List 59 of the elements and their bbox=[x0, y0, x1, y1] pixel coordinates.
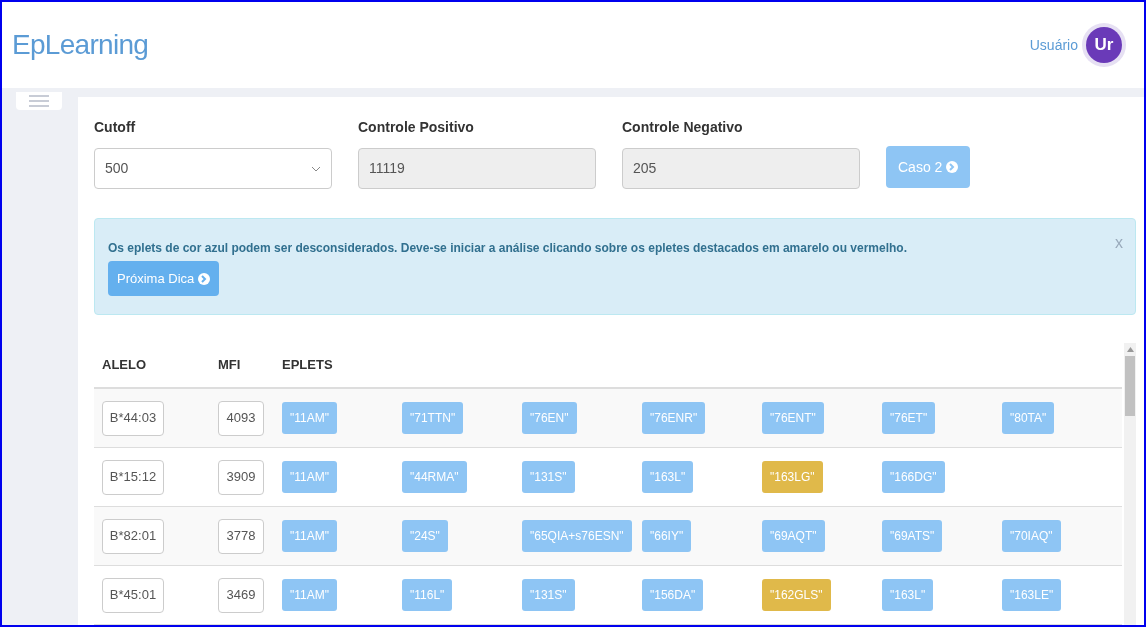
eplet-button[interactable]: "11AM" bbox=[282, 520, 337, 552]
eplet-button[interactable]: "24S" bbox=[402, 520, 448, 552]
eplet-button[interactable]: "65QIA+s76ESN" bbox=[522, 520, 632, 552]
eplet-button[interactable]: "156DA" bbox=[642, 579, 704, 611]
eplet-button[interactable]: "80TA" bbox=[1002, 402, 1055, 434]
field-label: Controle Negativo bbox=[622, 118, 744, 137]
eplet-button[interactable]: "76ENT" bbox=[762, 402, 824, 434]
scroll-up-icon[interactable] bbox=[1126, 347, 1134, 352]
column-header: MFI bbox=[218, 356, 242, 375]
eplet-button[interactable]: "76EN" bbox=[522, 402, 577, 434]
app-logo[interactable]: EpLearning bbox=[12, 24, 149, 66]
eplet-button[interactable]: "166DG" bbox=[882, 461, 945, 493]
menu-icon bbox=[29, 94, 49, 108]
field-label: Controle Positivo bbox=[358, 118, 475, 137]
arrow-circle-icon bbox=[946, 161, 959, 173]
eplet-button[interactable]: "76ET" bbox=[882, 402, 936, 434]
input-field[interactable]: 205 bbox=[622, 148, 860, 189]
alert-text: Os eplets de cor azul podem ser desconsiderados. Deve-se iniciar a análise clicando sobre os epletes destacados em amarelo ou vermelho. bbox=[108, 240, 907, 257]
eplet-button[interactable]: "116L" bbox=[402, 579, 453, 611]
next-case-button[interactable]: Caso 2 bbox=[886, 146, 971, 188]
next-tip-button[interactable]: Próxima Dica bbox=[108, 261, 220, 296]
eplet-button[interactable]: "69AQT" bbox=[762, 520, 825, 552]
eplet-button[interactable]: "11AM" bbox=[282, 579, 337, 611]
allele-field[interactable]: B*45:01 bbox=[102, 577, 164, 613]
chevron-icon bbox=[311, 165, 321, 172]
menu-button[interactable] bbox=[16, 92, 62, 110]
column-header: ALELO bbox=[101, 356, 148, 375]
cutoff-select[interactable]: 500 bbox=[94, 148, 332, 189]
eplet-button[interactable]: "131S" bbox=[522, 579, 575, 611]
eplet-button[interactable]: "11AM" bbox=[282, 402, 337, 434]
eplet-button[interactable]: "44RMA" bbox=[402, 461, 467, 493]
close-button[interactable]: x bbox=[1115, 231, 1123, 255]
mfi-field[interactable]: 3469 bbox=[218, 577, 264, 613]
allele-field[interactable]: B*82:01 bbox=[102, 518, 164, 554]
eplet-button[interactable]: "71TTN" bbox=[402, 402, 464, 434]
allele-field[interactable]: B*15:12 bbox=[102, 459, 164, 495]
eplet-button[interactable]: "11AM" bbox=[282, 461, 337, 493]
mfi-field[interactable]: 4093 bbox=[218, 400, 264, 436]
eplet-button[interactable]: "76ENR" bbox=[642, 402, 706, 434]
mfi-field[interactable]: 3909 bbox=[218, 459, 264, 495]
eplet-button[interactable]: "163LE" bbox=[1002, 579, 1062, 611]
eplet-button[interactable]: "70IAQ" bbox=[1002, 520, 1061, 552]
eplet-button[interactable]: "131S" bbox=[522, 461, 575, 493]
eplet-button[interactable]: "162GLS" bbox=[762, 579, 831, 611]
scrollbar[interactable] bbox=[1124, 343, 1136, 625]
arrow-circle-icon bbox=[198, 272, 211, 285]
input-field[interactable]: 11119 bbox=[358, 148, 596, 189]
eplet-button[interactable]: "163L" bbox=[882, 579, 934, 611]
user-name[interactable]: Usuário bbox=[1029, 34, 1078, 56]
eplet-button[interactable]: "69ATS" bbox=[882, 520, 943, 552]
eplet-button[interactable]: "66IY" bbox=[642, 520, 692, 552]
mfi-field[interactable]: 3778 bbox=[218, 518, 264, 554]
field-label: Cutoff bbox=[94, 118, 137, 137]
eplet-button[interactable]: "163LG" bbox=[762, 461, 823, 493]
allele-field[interactable]: B*44:03 bbox=[102, 400, 164, 436]
scrollbar-thumb[interactable] bbox=[1125, 356, 1135, 416]
user-avatar[interactable]: Ur bbox=[1086, 27, 1122, 63]
column-header: EPLETS bbox=[282, 356, 333, 375]
eplet-button[interactable]: "163L" bbox=[642, 461, 694, 493]
